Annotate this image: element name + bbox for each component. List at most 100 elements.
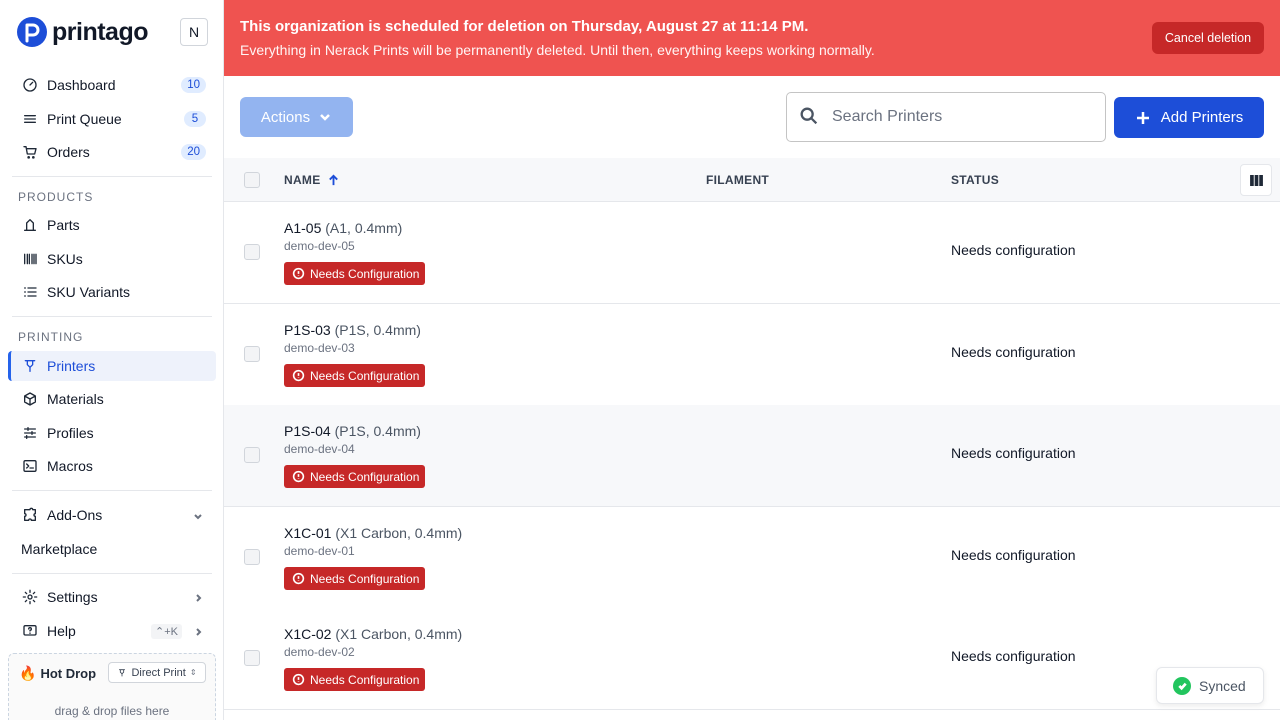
org-switcher-button[interactable]: N — [180, 18, 208, 46]
printer-name[interactable]: P1S-03 (P1S, 0.4mm) — [284, 322, 421, 338]
needs-configuration-badge[interactable]: Needs Configuration — [284, 465, 425, 488]
sidebar-item-label: Print Queue — [47, 111, 122, 127]
row-checkbox[interactable] — [244, 346, 260, 362]
keyboard-shortcut: ⌃+K — [151, 624, 182, 639]
printer-name-text: P1S-04 — [284, 423, 331, 439]
sidebar-item-macros[interactable]: Macros — [8, 451, 216, 481]
needs-configuration-badge[interactable]: Needs Configuration — [284, 364, 425, 387]
printer-name-text: P1S-03 — [284, 322, 331, 338]
printer-spec: (P1S, 0.4mm) — [334, 423, 421, 439]
brand-logo[interactable]: printago — [16, 15, 149, 49]
printer-spec: (X1 Carbon, 0.4mm) — [335, 626, 463, 642]
sidebar-item-print-queue[interactable]: Print Queue 5 — [8, 104, 216, 134]
sidebar-item-label: Materials — [47, 391, 104, 407]
section-label-products: PRODUCTS — [18, 190, 94, 204]
search-printers-field[interactable] — [786, 92, 1106, 142]
barcode-icon — [21, 250, 39, 268]
sidebar-item-orders[interactable]: Orders 20 — [8, 137, 216, 167]
column-label: NAME — [284, 173, 321, 187]
sync-status-label: Synced — [1199, 677, 1246, 694]
chevron-right-icon — [192, 625, 204, 637]
row-checkbox[interactable] — [244, 447, 260, 463]
hot-drop-title: 🔥 Hot Drop — [19, 665, 96, 682]
sidebar-item-label: Dashboard — [47, 77, 116, 93]
print-mode-select[interactable]: Direct Print ⇕ — [108, 662, 206, 683]
count-badge: 20 — [181, 144, 206, 160]
terminal-icon — [21, 457, 39, 475]
alert-circle-icon — [292, 470, 305, 483]
sidebar-item-profiles[interactable]: Profiles — [8, 418, 216, 448]
alert-circle-icon — [292, 369, 305, 382]
sidebar-item-label: Add-Ons — [47, 507, 103, 523]
hot-drop-zone[interactable]: 🔥 Hot Drop Direct Print ⇕ drag & drop fi… — [8, 653, 216, 720]
sidebar-item-label: Orders — [47, 144, 90, 160]
columns-icon — [1249, 174, 1263, 186]
sidebar-item-label: Marketplace — [21, 541, 98, 557]
column-header-name[interactable]: NAME — [284, 173, 340, 187]
sidebar-item-help[interactable]: Help ⌃+K — [8, 616, 216, 646]
printer-name[interactable]: P1S-04 (P1S, 0.4mm) — [284, 423, 421, 439]
sidebar-item-label: Profiles — [47, 425, 94, 441]
gauge-icon — [21, 76, 39, 94]
printer-name[interactable]: X1C-01 (X1 Carbon, 0.4mm) — [284, 525, 462, 541]
table-row[interactable]: A1-05 (A1, 0.4mm) demo-dev-05 Needs Conf… — [224, 202, 1280, 304]
badge-label: Needs Configuration — [310, 672, 420, 687]
sync-status-toast: Synced — [1156, 667, 1264, 704]
deletion-banner: This organization is scheduled for delet… — [224, 0, 1280, 76]
printer-status: Needs configuration — [951, 547, 1076, 563]
table-row[interactable]: P1S-04 (P1S, 0.4mm) demo-dev-04 Needs Co… — [224, 405, 1280, 507]
add-printers-button[interactable]: Add Printers — [1114, 97, 1264, 138]
help-icon — [21, 622, 39, 640]
cancel-deletion-button[interactable]: Cancel deletion — [1152, 22, 1264, 54]
gear-icon — [21, 588, 39, 606]
needs-configuration-badge[interactable]: Needs Configuration — [284, 567, 425, 590]
sidebar-item-settings[interactable]: Settings — [8, 582, 216, 612]
sidebar: printago N Dashboard 10 Print Queue 5 Or… — [0, 0, 224, 720]
printer-name-text: X1C-01 — [284, 525, 332, 541]
row-checkbox[interactable] — [244, 650, 260, 666]
sidebar-item-label: SKU Variants — [47, 284, 130, 300]
printer-name[interactable]: A1-05 (A1, 0.4mm) — [284, 220, 402, 236]
sidebar-item-marketplace[interactable]: Marketplace — [8, 534, 216, 564]
sidebar-item-label: Parts — [47, 217, 80, 233]
printer-id: demo-dev-01 — [284, 544, 355, 558]
table-row[interactable]: P1S-03 (P1S, 0.4mm) demo-dev-03 Needs Co… — [224, 304, 1280, 406]
needs-configuration-badge[interactable]: Needs Configuration — [284, 668, 425, 691]
sidebar-item-dashboard[interactable]: Dashboard 10 — [8, 70, 216, 100]
actions-dropdown-button[interactable]: Actions — [240, 97, 353, 137]
chevron-down-icon — [320, 114, 330, 121]
search-input[interactable] — [832, 108, 1082, 126]
needs-configuration-badge[interactable]: Needs Configuration — [284, 262, 425, 285]
column-header-filament[interactable]: FILAMENT — [706, 173, 769, 187]
chevron-down-icon — [192, 509, 204, 521]
sidebar-item-materials[interactable]: Materials — [8, 384, 216, 414]
banner-title: This organization is scheduled for delet… — [240, 18, 809, 35]
sidebar-item-label: Help — [47, 623, 76, 639]
divider — [12, 316, 212, 317]
sidebar-item-parts[interactable]: Parts — [8, 210, 216, 240]
printer-id: demo-dev-02 — [284, 645, 355, 659]
alert-circle-icon — [292, 267, 305, 280]
select-all-checkbox[interactable] — [244, 172, 260, 188]
sidebar-item-skus[interactable]: SKUs — [8, 244, 216, 274]
sliders-icon — [21, 424, 39, 442]
column-settings-button[interactable] — [1240, 164, 1272, 196]
table-row[interactable]: X1C-01 (X1 Carbon, 0.4mm) demo-dev-01 Ne… — [224, 507, 1280, 609]
sidebar-item-label: Printers — [47, 358, 96, 374]
sidebar-item-add-ons[interactable]: Add-Ons — [8, 500, 216, 530]
fire-icon: 🔥 — [19, 665, 37, 681]
printago-logo-icon — [17, 17, 47, 47]
parts-icon — [21, 216, 39, 234]
row-checkbox[interactable] — [244, 549, 260, 565]
stack-icon — [21, 110, 39, 128]
check-circle-icon — [1173, 676, 1191, 695]
sidebar-item-printers[interactable]: Printers — [8, 351, 216, 381]
select-arrows-icon: ⇕ — [189, 668, 197, 677]
sidebar-item-sku-variants[interactable]: SKU Variants — [8, 277, 216, 307]
printer-name[interactable]: X1C-02 (X1 Carbon, 0.4mm) — [284, 626, 462, 642]
table-row[interactable]: X1C-02 (X1 Carbon, 0.4mm) demo-dev-02 Ne… — [224, 608, 1280, 710]
row-checkbox[interactable] — [244, 244, 260, 260]
sidebar-item-label: SKUs — [47, 251, 83, 267]
puzzle-icon — [21, 506, 39, 524]
column-header-status[interactable]: STATUS — [951, 173, 999, 187]
